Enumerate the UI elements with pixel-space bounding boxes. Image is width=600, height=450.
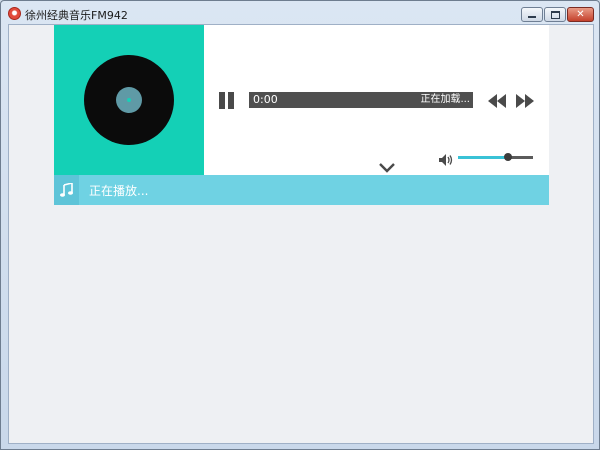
pause-icon [219,92,225,109]
next-button[interactable] [516,93,534,108]
music-note-icon [60,183,73,197]
minimize-icon [528,16,536,18]
player-widget: 0:00 正在加载... 正在播放... [54,25,549,205]
volume-slider[interactable] [458,153,533,161]
rewind-icon [488,94,506,108]
fast-forward-icon [516,94,534,108]
previous-button[interactable] [488,93,506,108]
speaker-icon [439,154,453,166]
maximize-icon [550,10,560,19]
window-title: 徐州经典音乐FM942 [25,9,128,22]
volume-handle[interactable] [504,153,513,161]
client-area: 0:00 正在加载... 正在播放... [8,24,594,444]
progress-bar[interactable]: 0:00 正在加载... [249,92,473,108]
close-icon: ✕ [576,8,585,20]
app-window: 徐州经典音乐FM942 ✕ 0:00 正在加载... 正在播放... [0,0,600,450]
playlist-button[interactable] [54,175,79,205]
volume-fill [458,156,509,159]
minimize-button[interactable] [521,7,543,22]
loading-status: 正在加载... [420,94,470,105]
pause-button[interactable] [218,92,236,109]
chevron-down-icon [379,163,395,173]
radio-icon [8,7,21,20]
elapsed-time: 0:00 [253,93,278,106]
expand-button[interactable] [379,158,395,173]
mute-button[interactable] [439,151,453,166]
control-panel: 0:00 正在加载... [204,25,549,175]
album-cover [54,25,204,175]
record-spindle-hole [127,98,131,102]
pause-icon [228,92,234,109]
now-playing-label: 正在播放... [89,184,149,198]
maximize-button[interactable] [544,7,566,22]
close-button[interactable]: ✕ [567,7,594,22]
vinyl-record-icon [84,55,174,145]
now-playing-bar: 正在播放... [54,175,549,205]
